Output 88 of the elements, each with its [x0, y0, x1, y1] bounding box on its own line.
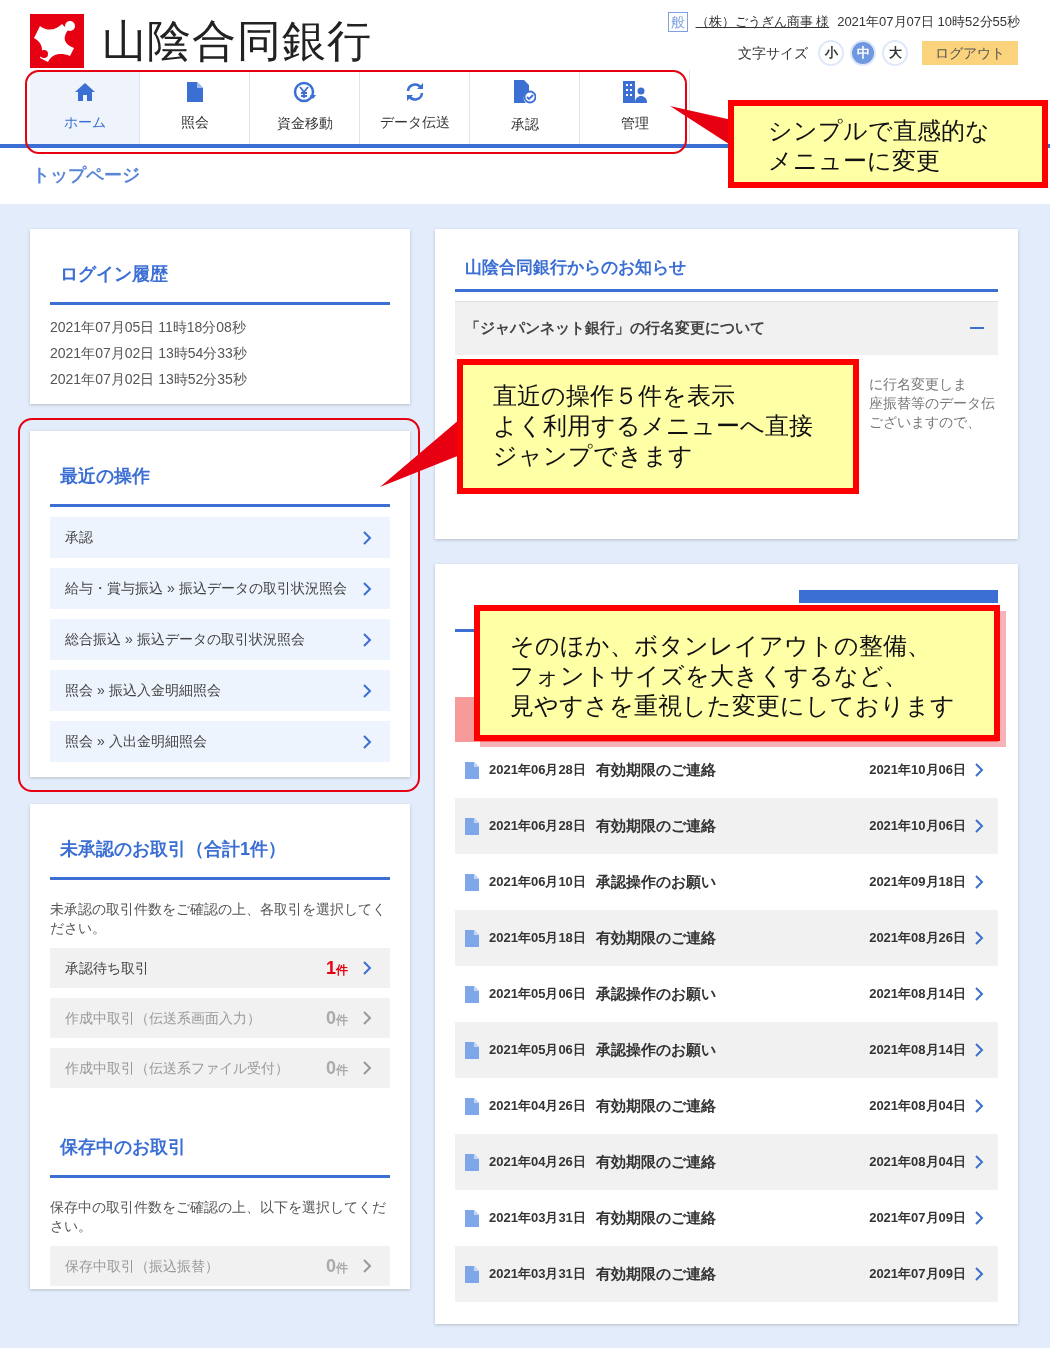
chevron-right-icon: [974, 986, 984, 1002]
recent-operation-link[interactable]: 承認: [50, 517, 390, 558]
transaction-count: 0: [326, 1254, 336, 1278]
callout-text: そのほか、ボタンレイアウトの整備、: [510, 631, 932, 661]
document-icon: [465, 1209, 479, 1227]
recent-operation-link[interactable]: 照会 » 入出金明細照会: [50, 721, 390, 762]
user-name-link[interactable]: （株）ごうぎん商事 様: [695, 12, 830, 32]
recent-operation-link[interactable]: 照会 » 振込入金明細照会: [50, 670, 390, 711]
chevron-right-icon: [974, 874, 984, 890]
chevron-right-icon: [362, 1060, 372, 1076]
callout-text: 直近の操作５件を表示: [493, 381, 736, 411]
callout-text: メニューに変更: [768, 146, 941, 176]
recent-operation-link[interactable]: 給与・賞与振込 » 振込データの取引状況照会: [50, 568, 390, 609]
chevron-right-icon: [974, 818, 984, 834]
current-datetime: 2021年07月07日 10時52分55秒: [837, 13, 1020, 32]
section-title: 山陰合同銀行からのお知らせ: [455, 229, 998, 292]
transaction-count: 0: [326, 1056, 336, 1080]
count-unit: 件: [336, 1260, 348, 1277]
news-row[interactable]: 2021年04月26日 有効期限のご連絡 2021年08月04日: [455, 1134, 998, 1190]
document-icon: [186, 81, 203, 102]
transaction-count: 0: [326, 1006, 336, 1030]
chevron-right-icon: [362, 631, 372, 648]
recent-operation-link[interactable]: 総合振込 » 振込データの取引状況照会: [50, 619, 390, 660]
chevron-right-icon: [974, 1266, 984, 1282]
chevron-right-icon: [362, 529, 372, 546]
chevron-right-icon: [974, 1210, 984, 1226]
document-icon: [465, 1097, 479, 1115]
callout-text: よく利用するメニューへ直接: [493, 411, 814, 441]
section-description: 保存中の取引件数をご確認の上、以下を選択してください。: [50, 1198, 387, 1236]
bank-name: 山陰合同銀行: [102, 19, 373, 63]
chevron-right-icon: [362, 1010, 372, 1026]
chevron-right-icon: [362, 682, 372, 699]
count-unit: 件: [336, 1062, 348, 1079]
login-entry: 2021年07月02日 13時52分35秒: [50, 370, 248, 389]
news-row[interactable]: 2021年05月18日 有効期限のご連絡 2021年08月26日: [455, 910, 998, 966]
callout-text: ジャンプできます: [493, 441, 694, 471]
section-title: 未承認のお取引（合計1件）: [50, 804, 390, 880]
section-title: ログイン履歴: [50, 229, 390, 305]
nav-tab[interactable]: ホーム: [30, 70, 140, 144]
chevron-right-icon: [362, 580, 372, 597]
font-size-button[interactable]: 小: [818, 40, 844, 66]
news-row[interactable]: 2021年03月31日 有効期限のご連絡 2021年07月09日: [455, 1246, 998, 1302]
chevron-right-icon: [974, 1042, 984, 1058]
document-icon: [465, 817, 479, 835]
login-entry: 2021年07月02日 13時54分33秒: [50, 344, 248, 363]
document-icon: [465, 873, 479, 891]
callout-text: シンプルで直感的な: [768, 116, 991, 146]
document-icon: [465, 1265, 479, 1283]
transaction-count: 1: [326, 956, 336, 980]
section-description: 未承認の取引件数をご確認の上、各取引を選択してください。: [50, 900, 387, 938]
font-size-label: 文字サイズ: [738, 43, 808, 63]
building-person-icon: [622, 80, 647, 103]
news-row[interactable]: 2021年06月28日 有効期限のご連絡 2021年10月06日: [455, 798, 998, 854]
yen-coin-icon: [292, 80, 317, 103]
header-button[interactable]: [799, 590, 998, 603]
chevron-right-icon: [362, 733, 372, 750]
user-type-badge: 般: [667, 12, 688, 32]
collapse-icon: [970, 326, 984, 330]
transaction-link[interactable]: 承認待ち取引 1件: [50, 948, 390, 988]
document-icon: [465, 761, 479, 779]
notice-text: ございますので、: [869, 412, 982, 432]
document-icon: [465, 929, 479, 947]
chevron-right-icon: [974, 930, 984, 946]
notice-text: に行名変更しま: [869, 374, 968, 394]
logo-icon: [30, 14, 84, 68]
section-title: 最近の操作: [50, 431, 390, 507]
logout-button[interactable]: ログアウト: [922, 41, 1018, 65]
count-unit: 件: [336, 962, 348, 979]
news-row[interactable]: 2021年05月06日 承認操作のお願い 2021年08月14日: [455, 1022, 998, 1078]
section-title: 保存中のお取引: [50, 1102, 390, 1178]
font-size-button[interactable]: 大: [882, 40, 908, 66]
document-icon: [465, 1041, 479, 1059]
chevron-right-icon: [974, 1154, 984, 1170]
breadcrumb: トップページ: [32, 165, 140, 185]
home-icon: [73, 81, 96, 102]
notice-text: 座振替等のデータ伝: [869, 393, 996, 413]
callout-text: フォントサイズを大きくするなど、: [510, 661, 909, 691]
callout-text: 見やすさを重視した変更にしております: [510, 691, 956, 721]
chevron-right-icon: [362, 1258, 372, 1274]
document-icon: [465, 1153, 479, 1171]
chevron-right-icon: [974, 1098, 984, 1114]
document-icon: [465, 985, 479, 1003]
login-entry: 2021年07月05日 11時18分08秒: [50, 318, 247, 337]
count-unit: 件: [336, 1012, 348, 1029]
document-check-icon: [513, 79, 536, 104]
notice-header[interactable]: 「ジャパンネット銀行」の行名変更について: [455, 300, 998, 355]
chevron-right-icon: [362, 960, 372, 976]
chevron-right-icon: [974, 762, 984, 778]
